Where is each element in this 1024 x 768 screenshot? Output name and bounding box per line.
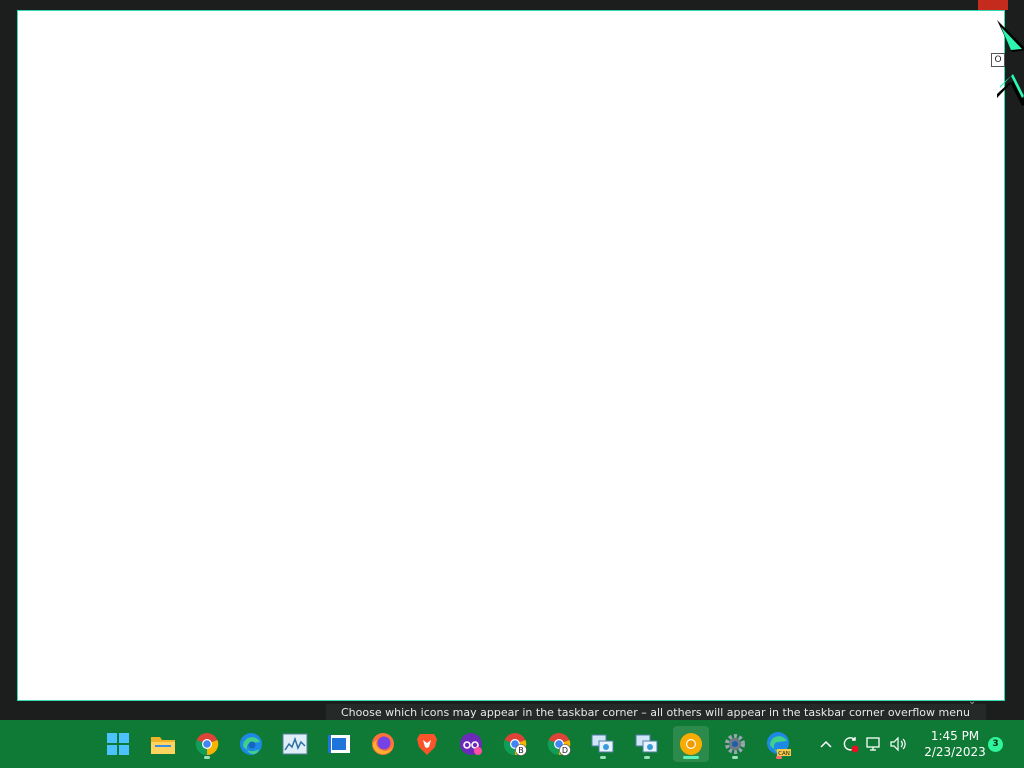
incognito-icon [460,733,482,755]
chart-icon [282,733,308,755]
chrome-yellow-icon [680,733,702,755]
taskbar-edge-canary[interactable]: CAN [761,726,797,762]
running-indicator [732,756,738,759]
close-window-corner[interactable] [978,0,1008,10]
windows-logo-icon [107,733,129,755]
mouse-cursor-icon [997,20,1024,106]
chrome-icon [195,733,219,756]
gear-icon [725,734,745,754]
taskbar: B D CAN 1:45 PM 2/23/2023 3 [0,720,1024,768]
system-tray [814,720,910,768]
taskbar-chrome-canary[interactable] [673,726,709,762]
taskbar-clock[interactable]: 1:45 PM 2/23/2023 [912,728,998,760]
firefox-icon [372,733,394,755]
taskbar-brave[interactable] [409,726,445,762]
active-indicator [683,756,699,759]
taskbar-media-player[interactable] [321,726,357,762]
running-indicator [600,756,606,759]
network-icon [591,734,614,753]
notification-badge[interactable]: 3 [988,737,1003,752]
taskbar-edge[interactable] [233,726,269,762]
chrome-icon: D [547,733,571,756]
volume-icon[interactable] [886,720,910,768]
taskbar-resource-monitor[interactable] [277,726,313,762]
taskbar-settings[interactable] [717,726,753,762]
taskbar-file-explorer[interactable] [145,726,181,762]
edge-icon [240,733,262,755]
film-icon [328,735,350,753]
chevron-down-icon: ⌄ [968,696,977,707]
clock-time: 1:45 PM [930,729,980,743]
running-indicator [644,756,650,759]
clock-date: 2/23/2023 [924,745,986,759]
running-indicator [204,756,210,759]
running-indicator [776,756,782,759]
folder-icon [151,737,175,754]
chevron-up-icon[interactable] [814,720,838,768]
network-icon[interactable] [862,720,886,768]
svg-text:B: B [518,746,524,755]
desktop: O Choose which icons may appear in the t… [0,0,1024,722]
brave-icon [417,734,437,755]
taskbar-incognito[interactable] [453,726,489,762]
sync-icon[interactable] [838,720,862,768]
edge-can-icon: CAN [767,732,791,757]
start-button[interactable] [100,726,136,762]
taskbar-network-tool-1[interactable] [585,726,621,762]
taskbar-chrome[interactable] [189,726,225,762]
chrome-icon: B [503,733,527,756]
taskbar-network-tool-2[interactable] [629,726,665,762]
network-icon [635,734,658,753]
svg-text:D: D [562,746,568,755]
taskbar-chrome-profile-d[interactable]: D [541,726,577,762]
taskbar-firefox[interactable] [365,726,401,762]
blank-window[interactable]: O [17,10,1005,701]
taskbar-chrome-profile-b[interactable]: B [497,726,533,762]
